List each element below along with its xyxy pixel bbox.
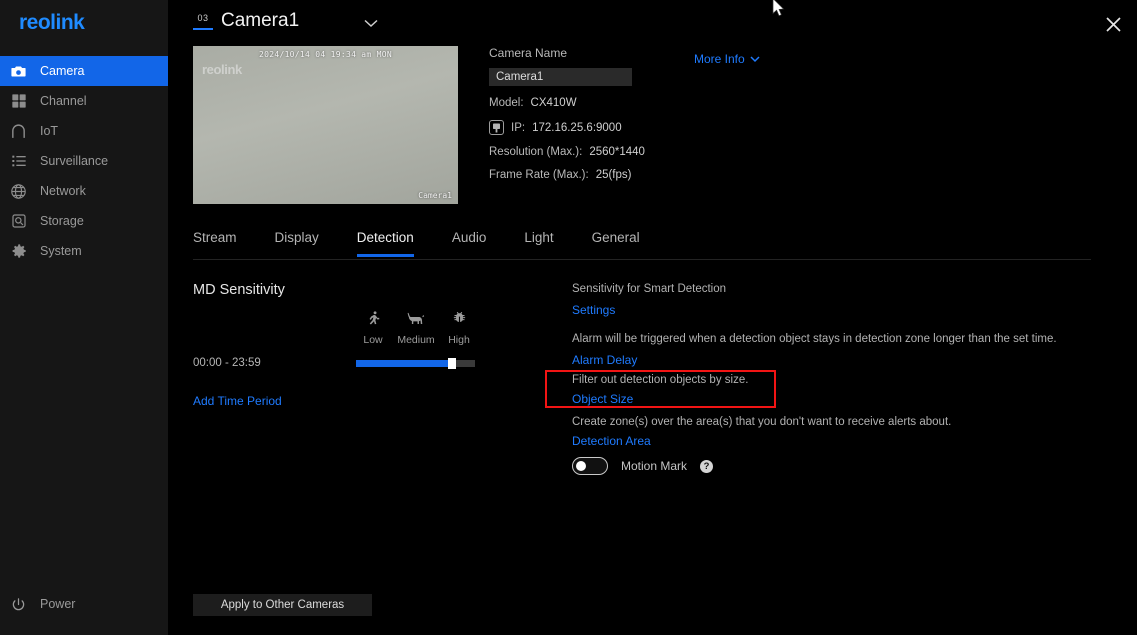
help-icon[interactable]: ? — [700, 459, 714, 473]
tab-display[interactable]: Display — [275, 230, 319, 256]
tab-detection[interactable]: Detection — [356, 230, 414, 257]
logo-text: reolink — [19, 11, 85, 34]
camera-name-input[interactable] — [489, 68, 632, 86]
time-period-label: 00:00 - 23:59 — [193, 357, 261, 369]
sensitivity-level-low: Low — [356, 310, 390, 346]
sensitivity-level-label: Medium — [397, 334, 435, 346]
sidebar-item-storage[interactable]: Storage — [0, 206, 168, 236]
sensitivity-legend: Low Medium High — [356, 310, 476, 346]
chevron-down-icon — [750, 52, 760, 66]
sensitivity-level-high: High — [442, 310, 476, 346]
ethernet-port-icon — [489, 120, 504, 135]
tab-light[interactable]: Light — [524, 230, 553, 256]
sidebar-item-surveillance[interactable]: Surveillance — [0, 146, 168, 176]
bug-icon — [452, 310, 467, 331]
more-info-label: More Info — [694, 52, 745, 66]
tab-stream[interactable]: Stream — [193, 230, 237, 256]
preview-channel-label: Camera1 — [418, 191, 452, 200]
model-label: Model: — [489, 97, 524, 109]
list-icon — [10, 153, 27, 170]
sidebar-nav: Camera Channel IoT Surveillance Network — [0, 56, 168, 266]
alarm-delay-link[interactable]: Alarm Delay — [572, 353, 637, 367]
grid-icon — [10, 93, 27, 110]
detection-area-desc: Create zone(s) over the area(s) that you… — [572, 416, 952, 428]
sidebar-item-label: Power — [40, 597, 76, 611]
camera-info-panel: Camera Name More Info Model: CX410W IP: … — [489, 46, 909, 181]
camera-icon — [10, 63, 27, 80]
tab-general[interactable]: General — [592, 230, 640, 256]
hard-drive-icon — [10, 213, 27, 230]
smart-detection-settings-link[interactable]: Settings — [572, 303, 615, 317]
tab-audio[interactable]: Audio — [452, 230, 487, 256]
detection-options: Sensitivity for Smart Detection Settings… — [572, 281, 1092, 381]
detection-area-link[interactable]: Detection Area — [572, 434, 651, 448]
sidebar-item-iot[interactable]: IoT — [0, 116, 168, 146]
preview-timestamp: 2024/10/14 04 19:34 am MON — [258, 50, 393, 59]
dog-icon — [407, 310, 425, 331]
ip-label: IP: — [511, 121, 526, 134]
sidebar-item-label: Storage — [40, 214, 84, 228]
object-size-desc: Filter out detection objects by size. — [572, 374, 749, 386]
chevron-down-icon[interactable] — [364, 15, 378, 33]
sidebar-item-label: IoT — [40, 124, 59, 138]
sidebar-item-system[interactable]: System — [0, 236, 168, 266]
header: 03 Camera1 — [168, 0, 1137, 46]
detection-area-group: Create zone(s) over the area(s) that you… — [572, 414, 1052, 450]
add-time-period-link[interactable]: Add Time Period — [193, 394, 282, 408]
settings-tabs: Stream Display Detection Audio Light Gen… — [193, 230, 1091, 260]
gear-icon — [10, 243, 27, 260]
md-sensitivity-title: MD Sensitivity — [193, 282, 285, 298]
toggle-knob — [576, 461, 586, 471]
sensitivity-level-label: Low — [363, 334, 383, 346]
globe-icon — [10, 183, 27, 200]
more-info-link[interactable]: More Info — [694, 52, 760, 66]
ip-value: 172.16.25.6:9000 — [532, 121, 622, 134]
close-icon[interactable] — [1101, 12, 1125, 36]
object-size-link[interactable]: Object Size — [572, 392, 633, 406]
resolution-label: Resolution (Max.): — [489, 146, 583, 158]
sensitivity-slider[interactable] — [356, 358, 475, 369]
framerate-row: Frame Rate (Max.): 25(fps) — [489, 169, 909, 181]
running-person-icon — [366, 310, 381, 331]
framerate-label: Frame Rate (Max.): — [489, 169, 589, 181]
power-icon — [10, 596, 27, 613]
sensitivity-level-label: High — [448, 334, 470, 346]
sidebar-item-label: Network — [40, 184, 86, 198]
sidebar-item-label: Camera — [40, 64, 85, 78]
model-value: CX410W — [530, 97, 577, 109]
slider-handle[interactable] — [447, 358, 456, 369]
sidebar-item-channel[interactable]: Channel — [0, 86, 168, 116]
camera-preview[interactable]: 2024/10/14 04 19:34 am MON reolink Camer… — [193, 46, 458, 204]
smart-detection-group: Sensitivity for Smart Detection Settings — [572, 281, 1092, 319]
page-title: Camera1 — [221, 10, 300, 31]
sidebar-item-network[interactable]: Network — [0, 176, 168, 206]
sidebar-item-power[interactable]: Power — [0, 591, 168, 617]
model-row: Model: CX410W — [489, 97, 909, 109]
object-size-group: Filter out detection objects by size. Ob… — [572, 372, 802, 408]
smart-detection-desc: Sensitivity for Smart Detection — [572, 283, 727, 295]
alarm-delay-group: Alarm will be triggered when a detection… — [572, 331, 1092, 369]
app-logo: reolink — [0, 0, 168, 46]
resolution-row: Resolution (Max.): 2560*1440 — [489, 146, 909, 158]
sidebar: reolink Camera Channel IoT Surveillance — [0, 0, 168, 635]
motion-mark-row: Motion Mark ? — [572, 457, 714, 475]
channel-badge: 03 — [193, 13, 213, 30]
sidebar-item-label: System — [40, 244, 82, 258]
sidebar-item-label: Surveillance — [40, 154, 109, 168]
sensitivity-level-medium: Medium — [397, 310, 435, 346]
resolution-value: 2560*1440 — [589, 146, 645, 158]
sidebar-item-camera[interactable]: Camera — [0, 56, 168, 86]
apply-to-other-cameras-button[interactable]: Apply to Other Cameras — [193, 594, 372, 616]
framerate-value: 25(fps) — [595, 169, 632, 181]
home-icon — [10, 123, 27, 140]
motion-mark-label: Motion Mark — [621, 459, 688, 473]
ip-row: IP: 172.16.25.6:9000 — [489, 120, 909, 135]
motion-mark-toggle[interactable] — [572, 457, 608, 475]
slider-fill — [356, 360, 449, 367]
sidebar-item-label: Channel — [40, 94, 87, 108]
preview-watermark: reolink — [202, 62, 242, 77]
alarm-delay-desc: Alarm will be triggered when a detection… — [572, 332, 1057, 345]
